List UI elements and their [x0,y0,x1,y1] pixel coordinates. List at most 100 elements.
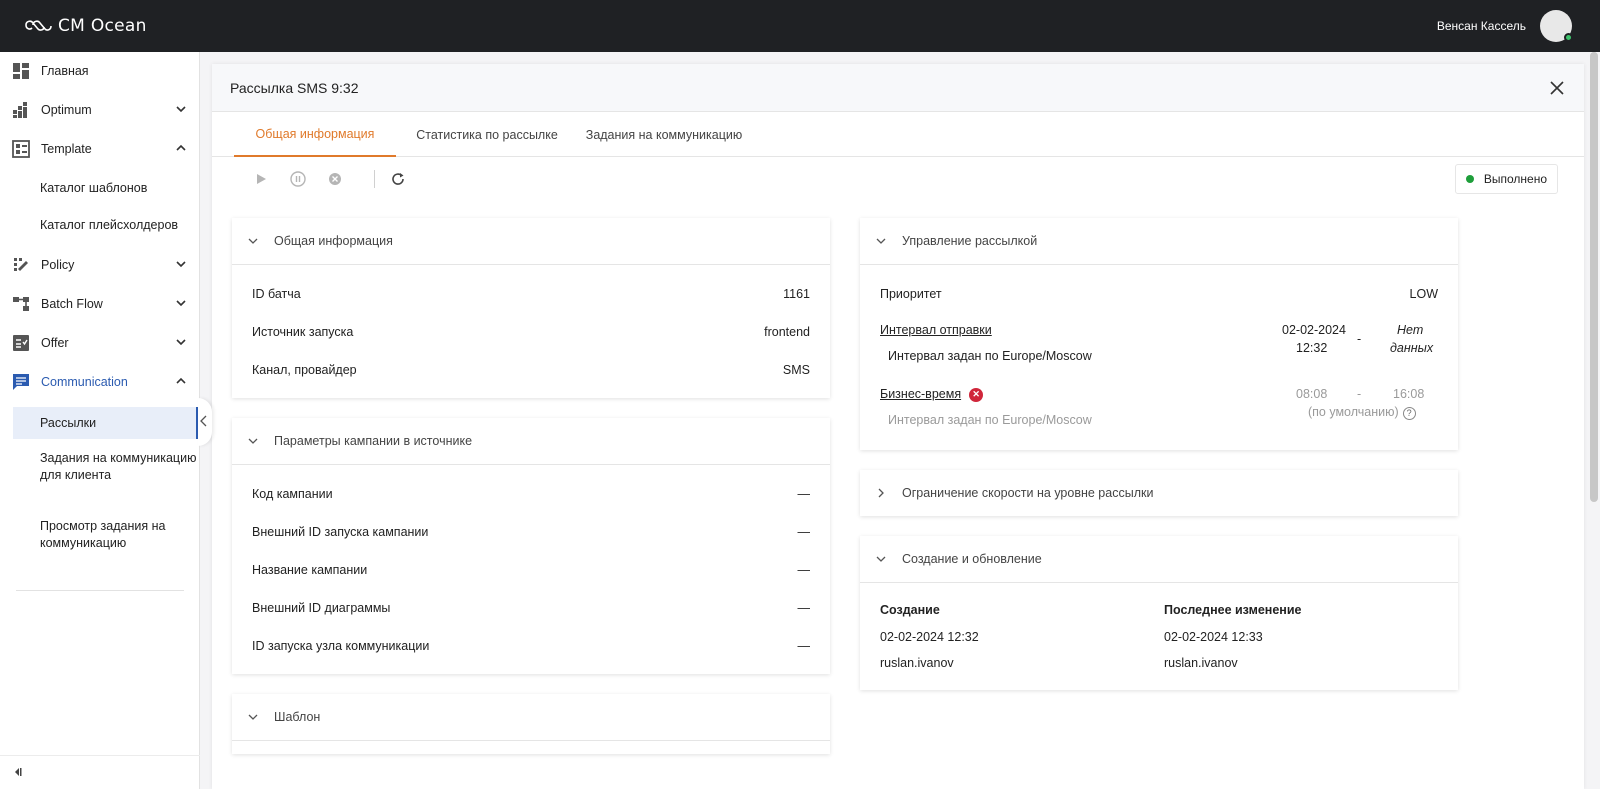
help-icon[interactable]: ? [1402,406,1416,420]
sidebar-item-label: Offer [41,336,69,350]
created-date: 02-02-2024 12:32 [880,630,979,644]
tab-general-info[interactable]: Общая информация [234,112,396,157]
general-info-card: Общая информация ID батча 1161 Источник з… [232,218,830,398]
offer-icon [12,334,30,352]
user-menu[interactable]: Венсан Кассель [1437,10,1576,42]
refresh-icon[interactable] [387,168,409,190]
send-interval-to-2: данных [1390,341,1434,355]
chevron-down-icon [176,336,186,350]
avatar[interactable] [1540,10,1573,42]
sidebar-item-communication[interactable]: Communication [0,363,200,401]
card-header[interactable]: Параметры кампании в источнике [232,418,830,465]
info-row: Источник запуска frontend [252,323,810,341]
card-title: Ограничение скорости на уровне рассылки [902,486,1154,500]
tab-communication-tasks[interactable]: Задания на коммуникацию [574,112,754,157]
policy-icon [12,256,30,274]
sidebar-item-template[interactable]: Template [0,130,200,168]
sidebar-item-batch-flow[interactable]: Batch Flow [0,285,200,323]
sidebar-item-home[interactable]: Главная [0,52,200,90]
chevron-right-icon [876,488,886,498]
business-time-default: (по умолчанию) [1308,405,1399,419]
creation-update-card: Создание и обновление Создание 02-02-202… [860,536,1458,690]
card-title: Общая информация [274,234,393,248]
info-row: Внешний ID диаграммы — [252,599,810,617]
send-interval-to-1: Нет [1397,323,1424,337]
sidebar-subitem-template-catalog[interactable]: Каталог шаблонов [13,180,199,197]
sidebar-subitem-view-communication-task[interactable]: Просмотр задания на коммуникацию [13,518,199,552]
play-icon[interactable] [250,168,272,190]
created-user: ruslan.ivanov [880,656,954,670]
chevron-down-icon [176,103,186,117]
sidebar-subitem-client-communication-tasks[interactable]: Задания на коммуникацию для клиента [13,450,199,484]
online-status-dot [1564,33,1573,42]
toolbar-divider [374,170,375,188]
row-label: Название кампании [252,563,368,577]
sidebar-item-label: Batch Flow [41,297,103,311]
tab-mailing-stats[interactable]: Статистика по рассылке [406,112,568,157]
sidebar-subitem-mailings[interactable]: Рассылки [13,407,199,439]
sidebar-item-label: Optimum [41,103,92,117]
business-time-default-row: (по умолчанию)? [1308,405,1416,420]
pause-icon[interactable] [287,168,309,190]
business-time-link[interactable]: Бизнес-время [880,387,961,401]
chevron-down-icon [248,712,258,722]
send-interval-dash: - [1357,332,1362,346]
send-interval-from-date: 02-02-2024 [1282,323,1346,337]
page-scrollbar[interactable] [1590,52,1598,502]
app-logo[interactable]: CM Ocean [24,16,147,36]
card-title: Параметры кампании в источнике [274,434,473,448]
row-label: ID батча [252,287,301,301]
top-bar: CM Ocean Венсан Кассель [0,0,1600,52]
optimum-icon [12,101,30,119]
mailing-management-card: Управление рассылкой Приоритет LOW Интерв… [860,218,1458,450]
page-title: Рассылка SMS 9:32 [230,79,359,96]
chevron-down-icon [176,258,186,272]
action-toolbar [212,158,1584,202]
sidebar-item-offer[interactable]: Offer [0,324,200,362]
business-time-row: Бизнес-время ✕ [880,387,984,402]
info-row: Название кампании — [252,561,810,579]
card-title: Управление рассылкой [902,234,1038,248]
sidebar-subitem-placeholder-catalog[interactable]: Каталог плейсхолдеров [13,217,199,234]
card-header[interactable]: Ограничение скорости на уровне рассылки [860,470,1458,516]
created-label: Создание [880,603,940,617]
chevron-down-icon [876,236,886,246]
business-time-to: 16:08 [1393,387,1425,401]
chevron-down-icon [248,436,258,446]
card-title: Создание и обновление [902,552,1042,566]
card-header[interactable]: Общая информация [232,218,830,265]
card-header[interactable]: Управление рассылкой [860,218,1458,265]
send-interval-link[interactable]: Интервал отправки [880,323,992,337]
collapse-sidebar-icon[interactable] [13,766,23,780]
priority-row: Приоритет LOW [880,285,1438,303]
chevron-left-icon [200,415,208,430]
cancel-icon[interactable] [324,168,346,190]
close-icon[interactable] [1548,79,1566,97]
user-name: Венсан Кассель [1436,19,1526,33]
sidebar-item-policy[interactable]: Policy [0,246,200,284]
dashboard-icon [12,62,30,80]
sidebar-footer [0,755,200,789]
status-text: Выполнено [1483,172,1547,186]
send-interval-from-time: 12:32 [1296,341,1328,355]
updated-user: ruslan.ivanov [1164,656,1238,670]
priority-value: LOW [1409,287,1438,301]
sidebar-item-label: Communication [41,375,128,389]
row-value: — [797,563,811,577]
sidebar-item-optimum[interactable]: Optimum [0,91,200,129]
updated-label: Последнее изменение [1164,603,1302,617]
row-value: 1161 [783,287,810,301]
row-value: frontend [764,325,810,339]
card-header[interactable]: Шаблон [232,694,830,741]
card-header[interactable]: Создание и обновление [860,536,1458,583]
updated-date: 02-02-2024 12:33 [1164,630,1263,644]
sidebar-collapse-handle[interactable] [198,398,212,446]
chevron-down-icon [176,297,186,311]
logo-icon [24,18,52,35]
status-dot [1465,175,1474,183]
status-badge: Выполнено [1454,164,1558,194]
template-icon [12,140,30,158]
error-icon: ✕ [969,387,984,402]
row-label: Внешний ID диаграммы [252,601,391,615]
panel-header: Рассылка SMS 9:32 [212,64,1584,112]
